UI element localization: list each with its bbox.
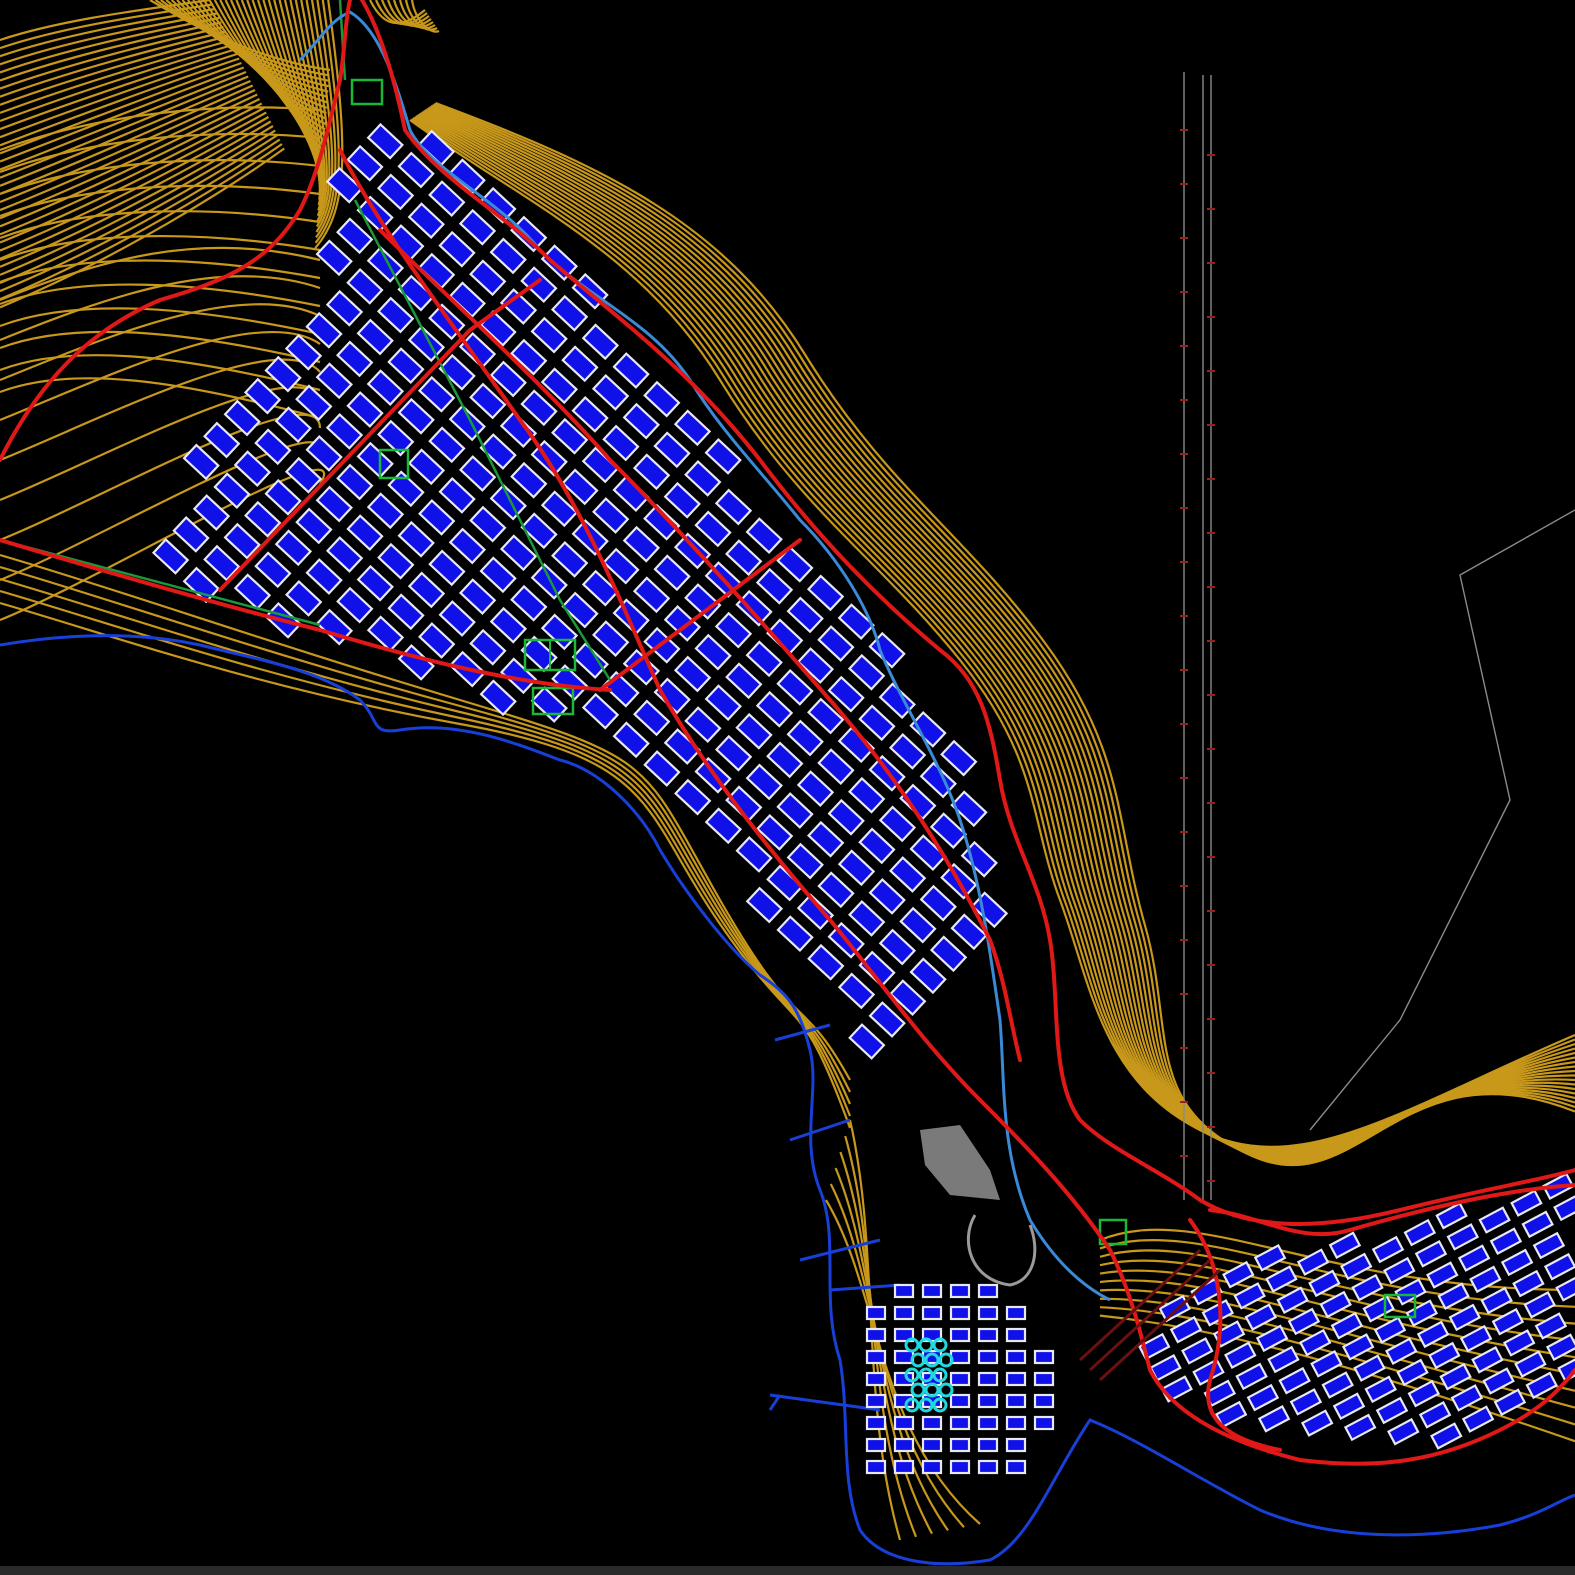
city-block-port-4 [977, 1283, 999, 1299]
city-block-port-32 [893, 1393, 915, 1409]
city-block-port-8 [949, 1305, 971, 1321]
city-block-port-38 [865, 1415, 887, 1431]
city-block-port-9 [977, 1305, 999, 1321]
city-block-port-1 [893, 1283, 915, 1299]
city-block-port-23 [1033, 1349, 1055, 1365]
city-block-port-47 [921, 1437, 943, 1453]
city-block-port-28 [977, 1371, 999, 1387]
city-block-port-50 [1005, 1437, 1027, 1453]
city-block-port-36 [1005, 1393, 1027, 1409]
city-block-port-41 [949, 1415, 971, 1431]
city-block-port-18 [893, 1349, 915, 1365]
city-block-port-44 [1033, 1415, 1055, 1431]
city-block-port-43 [1005, 1415, 1027, 1431]
city-block-port-34 [949, 1393, 971, 1409]
city-block-port-3 [949, 1283, 971, 1299]
city-block-port-56 [1005, 1459, 1027, 1475]
city-block-port-51 [865, 1459, 887, 1475]
city-block-port-2 [921, 1283, 943, 1299]
city-block-port-20 [949, 1349, 971, 1365]
city-block-port-46 [893, 1437, 915, 1453]
city-block-port-45 [865, 1437, 887, 1453]
cad-drawing-viewport[interactable] [0, 0, 1575, 1575]
city-block-port-29 [1005, 1371, 1027, 1387]
city-block-port-6 [893, 1305, 915, 1321]
city-block-port-17 [865, 1349, 887, 1365]
city-blocks-port [865, 1283, 1055, 1475]
city-block-port-35 [977, 1393, 999, 1409]
city-block-port-15 [977, 1327, 999, 1343]
city-block-port-48 [949, 1437, 971, 1453]
city-block-port-30 [1033, 1371, 1055, 1387]
city-block-port-37 [1033, 1393, 1055, 1409]
city-block-port-11 [865, 1327, 887, 1343]
city-block-port-31 [865, 1393, 887, 1409]
city-block-port-24 [865, 1371, 887, 1387]
city-block-port-54 [949, 1459, 971, 1475]
map-canvas[interactable] [0, 0, 1575, 1575]
city-block-port-14 [949, 1327, 971, 1343]
city-block-port-53 [921, 1459, 943, 1475]
city-block-port-39 [893, 1415, 915, 1431]
city-block-port-25 [893, 1371, 915, 1387]
city-block-port-49 [977, 1437, 999, 1453]
city-block-port-21 [977, 1349, 999, 1365]
city-block-port-16 [1005, 1327, 1027, 1343]
city-block-port-42 [977, 1415, 999, 1431]
city-block-port-7 [921, 1305, 943, 1321]
city-block-port-52 [893, 1459, 915, 1475]
drawing-frame-bottom [0, 1566, 1575, 1575]
city-block-port-10 [1005, 1305, 1027, 1321]
city-block-port-40 [921, 1415, 943, 1431]
city-block-port-5 [865, 1305, 887, 1321]
city-block-port-22 [1005, 1349, 1027, 1365]
city-block-port-27 [949, 1371, 971, 1387]
city-block-port-55 [977, 1459, 999, 1475]
